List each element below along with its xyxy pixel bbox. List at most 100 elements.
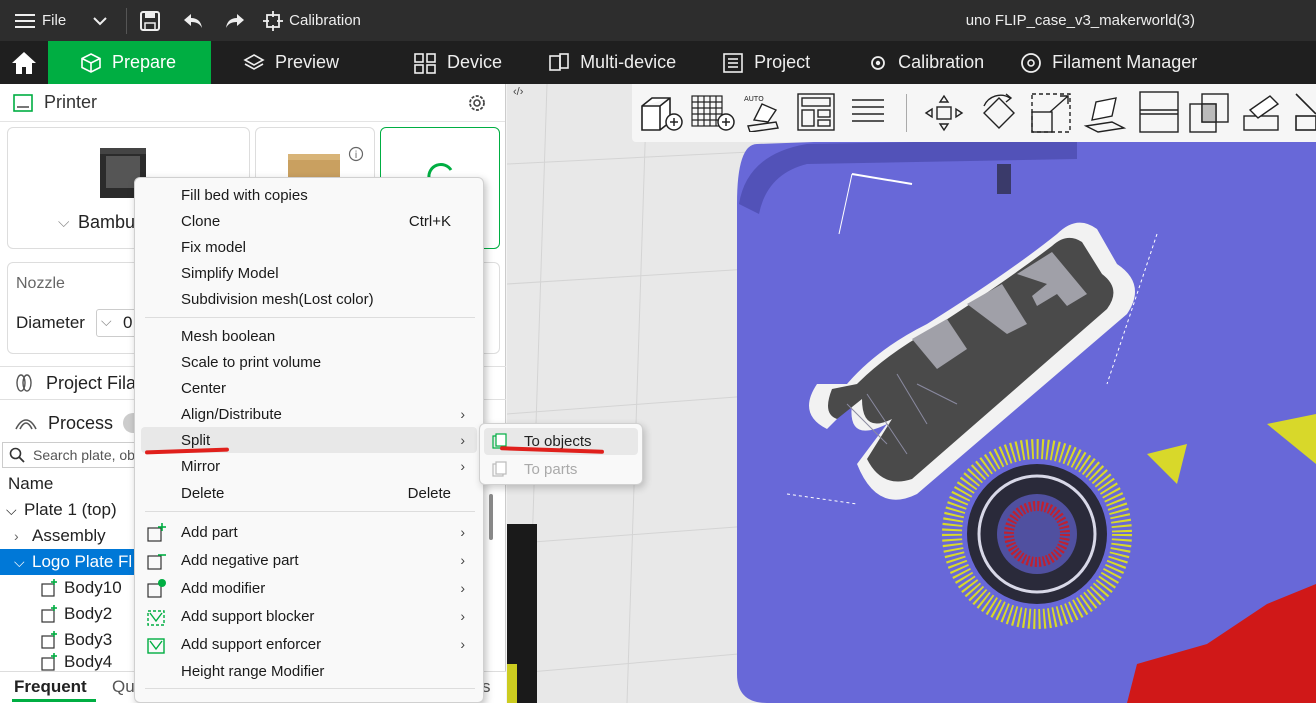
menu-item-scale-to-volume[interactable]: Scale to print volume (135, 349, 483, 375)
menu-item-add-part[interactable]: Add part › (135, 519, 483, 545)
menu-item-add-support-blocker[interactable]: Add support blocker › (135, 603, 483, 629)
menu-item-clone[interactable]: Clone Ctrl+K (135, 208, 483, 234)
chevron-right-icon: › (460, 524, 465, 540)
tree-row-body2[interactable]: Body2 (40, 601, 112, 627)
file-dropdown-button[interactable] (92, 0, 108, 41)
auto-orient-icon[interactable]: AUTO (740, 92, 784, 132)
menu-item-fill-bed[interactable]: Fill bed with copies (135, 182, 483, 208)
object-search-box[interactable]: Search plate, ob (2, 442, 142, 468)
viewport-toolbar: AUTO (632, 84, 1316, 142)
tree-column-header: Name (8, 471, 53, 497)
chevron-right-icon: › (460, 608, 465, 624)
yellow-strip (507, 664, 517, 703)
project-filament-label: Project Fila (46, 372, 137, 393)
save-button[interactable] (139, 0, 161, 41)
menu-item-align-distribute[interactable]: Align/Distribute › (135, 401, 483, 427)
menu-separator (145, 317, 475, 318)
rotate-icon[interactable] (976, 90, 1022, 136)
redo-button[interactable] (223, 0, 247, 41)
layers-list-icon[interactable] (848, 92, 888, 132)
scene-canvas (507, 84, 1316, 703)
tab-preview[interactable]: Preview (227, 41, 355, 84)
tab-multi-device[interactable]: Multi-device (532, 41, 692, 84)
device-icon (414, 52, 436, 74)
menu-button[interactable]: File (14, 0, 66, 41)
tab-label: Project (754, 52, 811, 72)
split-parts-icon (492, 461, 507, 477)
printer-settings-button[interactable] (467, 93, 487, 118)
menu-separator (145, 511, 475, 512)
menu-item-mesh-boolean[interactable]: Mesh boolean (135, 323, 483, 349)
menu-item-label: Split (181, 431, 211, 449)
menu-item-fix-model[interactable]: Fix model (135, 234, 483, 260)
tree-item-label: Assembly (32, 526, 106, 545)
scale-icon[interactable] (1030, 92, 1072, 134)
menu-item-mirror[interactable]: Mirror › (135, 453, 483, 479)
menu-item-height-range[interactable]: Height range Modifier (135, 658, 483, 684)
filament-spool-icon (16, 374, 32, 392)
tree-item-label: Body4 (64, 653, 113, 671)
menu-item-label: Add support blocker (181, 607, 315, 625)
calibration-icon (263, 10, 284, 31)
tab-label: Device (447, 52, 503, 72)
move-icon[interactable] (922, 92, 966, 134)
tab-calibration[interactable]: Calibration (852, 41, 1000, 84)
multi-device-icon (549, 52, 569, 71)
tree-row-plate[interactable]: ⌵ Plate 1 (top) (6, 497, 117, 523)
scrollbar-thumb[interactable] (489, 494, 493, 540)
support-enforcer-icon (147, 638, 165, 654)
hamburger-icon (15, 13, 35, 28)
svg-text:AUTO: AUTO (744, 95, 764, 103)
tab-filament-manager[interactable]: Filament Manager (1004, 41, 1213, 84)
filament-icon (1021, 52, 1042, 73)
chevron-right-icon: › (460, 458, 465, 474)
menu-item-delete[interactable]: Delete Delete (135, 480, 483, 506)
menu-item-add-modifier[interactable]: Add modifier › (135, 575, 483, 601)
home-button[interactable] (0, 41, 48, 84)
tab-label: Prepare (112, 52, 177, 72)
context-menu: Fill bed with copies Clone Ctrl+K Fix mod… (134, 177, 493, 703)
menu-item-label: Mesh boolean (181, 327, 276, 345)
3d-viewport[interactable]: ‹/› AUTO (507, 84, 1316, 703)
printer-icon (13, 93, 33, 112)
support-paint-icon[interactable] (1240, 90, 1286, 136)
process-label: Process (48, 412, 114, 433)
seam-paint-icon[interactable] (1292, 90, 1316, 136)
undo-button[interactable] (181, 0, 205, 41)
tree-row-body4[interactable]: Body4 (40, 653, 112, 671)
chevron-right-icon: › (14, 528, 19, 544)
menu-item-simplify[interactable]: Simplify Model (135, 260, 483, 286)
tab-label: Preview (275, 52, 340, 72)
gear-icon (469, 95, 485, 111)
tree-row-logo-plate[interactable]: ⌵ Logo Plate Fl (0, 549, 140, 575)
tree-row-assembly[interactable]: › Assembly (14, 523, 106, 549)
toolbar-divider (906, 94, 907, 132)
part-icon (41, 653, 57, 671)
menu-item-subdivision[interactable]: Subdivision mesh(Lost color) (135, 286, 483, 312)
info-icon[interactable]: i (348, 146, 364, 167)
tab-project[interactable]: Project (706, 41, 826, 84)
menu-item-label: Center (181, 379, 227, 397)
toolbar-divider (126, 7, 128, 34)
tab-prepare[interactable]: Prepare (48, 41, 211, 84)
add-cube-icon[interactable] (638, 92, 684, 132)
menu-item-label: Simplify Model (181, 264, 279, 282)
undo-icon (184, 13, 203, 28)
menu-item-add-support-enforcer[interactable]: Add support enforcer › (135, 631, 483, 657)
boolean-icon[interactable] (1188, 90, 1232, 136)
tree-row-body10[interactable]: Body10 (40, 575, 122, 601)
menu-item-label: Height range Modifier (181, 662, 325, 680)
tab-frequent[interactable]: Frequent (14, 677, 87, 697)
cut-icon[interactable] (1138, 90, 1180, 136)
search-placeholder: Search plate, ob (33, 447, 135, 463)
lay-on-face-icon[interactable] (1082, 90, 1128, 136)
menu-item-center[interactable]: Center (135, 375, 483, 401)
arrange-icon[interactable] (796, 92, 836, 132)
add-plate-icon[interactable] (690, 92, 736, 132)
calibration-title-button[interactable]: Calibration (263, 0, 361, 41)
menu-item-add-negative-part[interactable]: Add negative part › (135, 547, 483, 573)
tab-device[interactable]: Device (397, 41, 518, 84)
tree-row-body3[interactable]: Body3 (40, 627, 112, 653)
panel-collapse-icon[interactable]: ‹/› (513, 86, 523, 98)
tab-quality[interactable]: Qu (112, 677, 135, 697)
